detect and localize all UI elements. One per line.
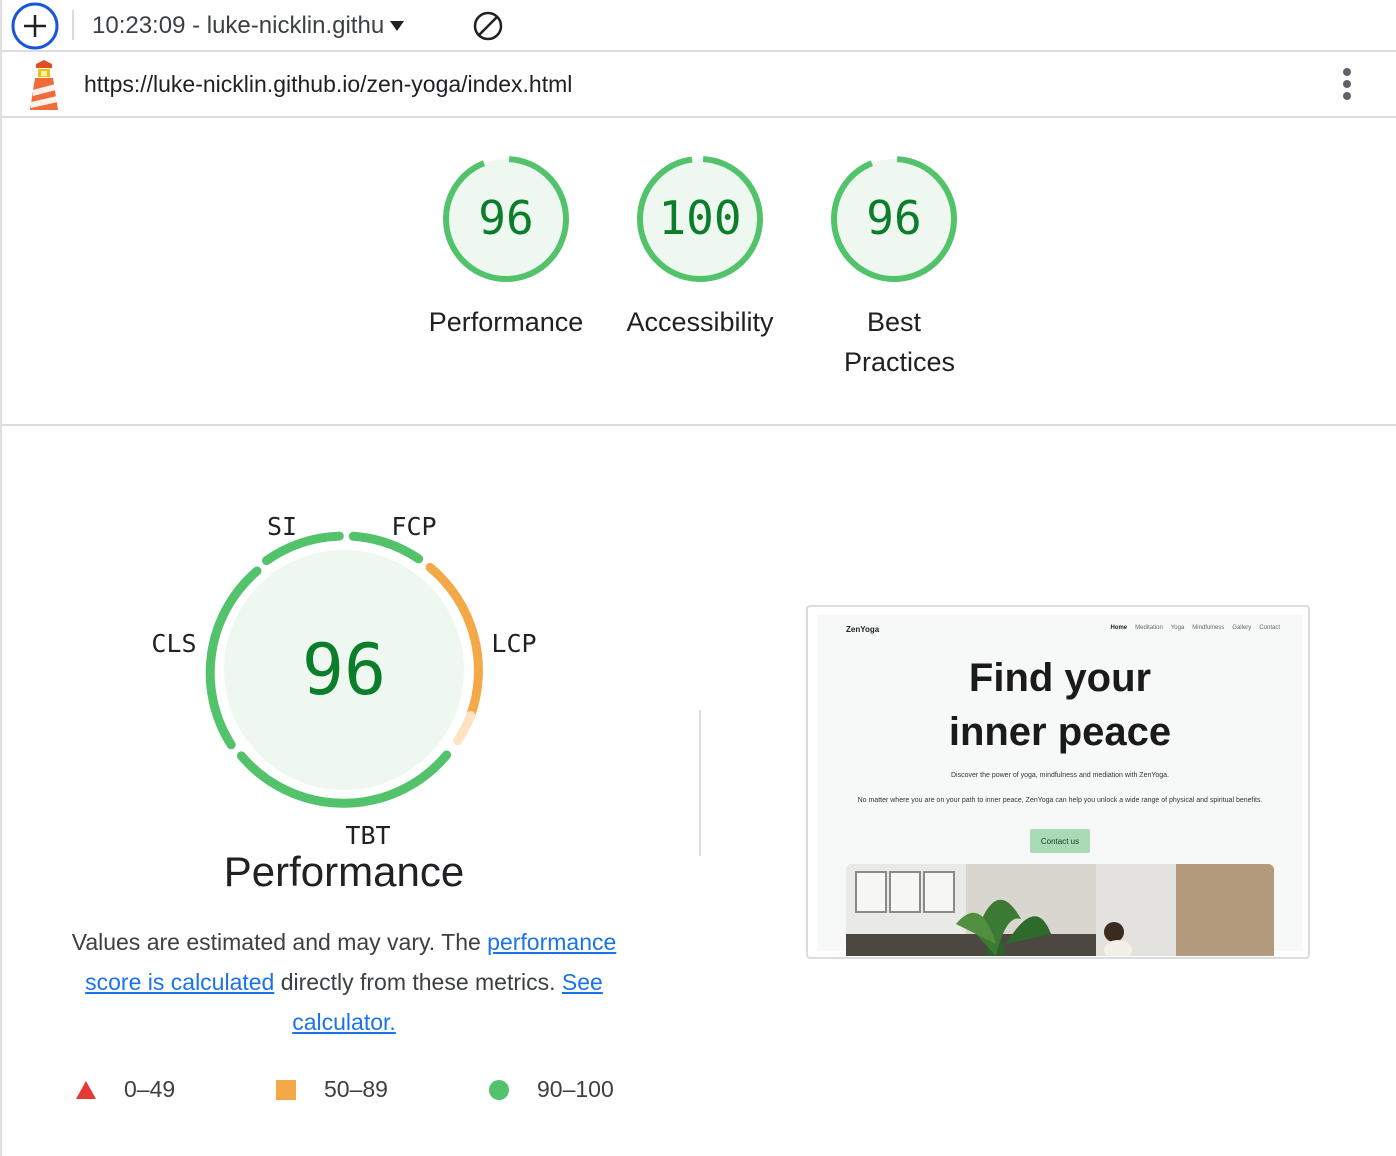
final-screenshot[interactable]: ZenYoga Home Meditation Yoga Mindfulness… [806,605,1310,959]
screenshot-headline-line-2: inner peace [948,710,1172,754]
section-divider [699,710,701,856]
screenshot-nav-item: Contact [1259,625,1280,631]
kebab-menu-icon[interactable] [1336,66,1358,102]
legend-fail: 0–49 [76,1076,175,1103]
screenshot-body: No matter where you are on your path to … [857,797,1263,804]
pass-circle-icon [489,1079,509,1100]
performance-title: Performance [223,848,465,895]
screenshot-headline: Find your inner peace [818,651,1302,759]
screenshot-nav-item: Mindfulness [1192,625,1225,631]
metric-label-cls[interactable]: CLS [151,629,196,658]
gauge-score-performance: 96 [478,191,533,245]
report-selector-label: 10:23:09 - luke-nicklin.githu [92,12,385,39]
legend-average-range: 50–89 [324,1076,388,1102]
gauge-accessibility[interactable]: 100 Accessibility [610,154,790,342]
lighthouse-panel: 10:23:09 - luke-nicklin.githu https://lu… [0,0,1396,1156]
caret-down-icon [390,21,405,31]
arc-lcp-remainder [453,710,476,746]
toolbar-divider [72,10,74,40]
screenshot-cta-button: Contact us [1030,829,1090,853]
gauge-score-accessibility: 100 [658,191,741,245]
legend-pass-range: 90–100 [537,1076,614,1102]
gauge-score-best-practices: 96 [866,191,921,245]
screenshot-hero-image [846,864,1274,956]
toolbar: 10:23:09 - luke-nicklin.githu [2,0,1396,52]
fail-triangle-icon [76,1080,96,1099]
screenshot-subtitle: Discover the power of yoga, mindfulness … [950,772,1170,779]
screenshot-nav-item: Meditation [1135,625,1163,631]
category-scores: 96 Performance 100 Accessibility 96 Best… [2,118,1396,426]
gauge-best-practices[interactable]: 96 Best Practices [804,154,984,382]
gauge-label-best-practices: Best Practices [844,307,956,377]
legend-pass: 90–100 [489,1076,614,1103]
url-bar: https://luke-nicklin.github.io/zen-yoga/… [2,52,1396,118]
metric-label-fcp[interactable]: FCP [391,512,436,541]
gauge-performance[interactable]: 96 Performance [416,154,596,342]
average-square-icon [276,1079,296,1100]
screenshot-nav-item: Yoga [1170,625,1185,631]
metric-label-si[interactable]: SI [267,512,297,541]
screenshot-nav: Home Meditation Yoga Mindfulness Gallery… [1110,625,1280,631]
performance-description: Values are estimated and may vary. The p… [54,922,634,1042]
screenshot-page: ZenYoga Home Meditation Yoga Mindfulness… [818,615,1302,956]
screenshot-headline-line-1: Find your [968,656,1152,700]
description-text-2: directly from these metrics. [274,969,562,995]
screenshot-nav-item: Gallery [1232,625,1252,631]
legend-fail-range: 0–49 [124,1076,176,1102]
report-selector[interactable]: 10:23:09 - luke-nicklin.githu [92,12,405,40]
plus-circle-icon[interactable] [10,2,60,50]
gauge-label-performance: Performance [428,307,584,337]
block-icon[interactable] [471,9,505,43]
legend-average: 50–89 [276,1076,388,1103]
metric-label-lcp[interactable]: LCP [491,629,536,658]
description-text-1: Values are estimated and may vary. The [71,929,488,955]
metric-label-tbt[interactable]: TBT [345,821,390,850]
gauge-label-accessibility: Accessibility [626,307,774,337]
screenshot-brand: ZenYoga [846,625,880,634]
report-url: https://luke-nicklin.github.io/zen-yoga/… [84,71,573,97]
lighthouse-logo-icon [26,60,62,110]
screenshot-nav-item: Home [1110,625,1128,631]
performance-score: 96 [302,629,386,711]
